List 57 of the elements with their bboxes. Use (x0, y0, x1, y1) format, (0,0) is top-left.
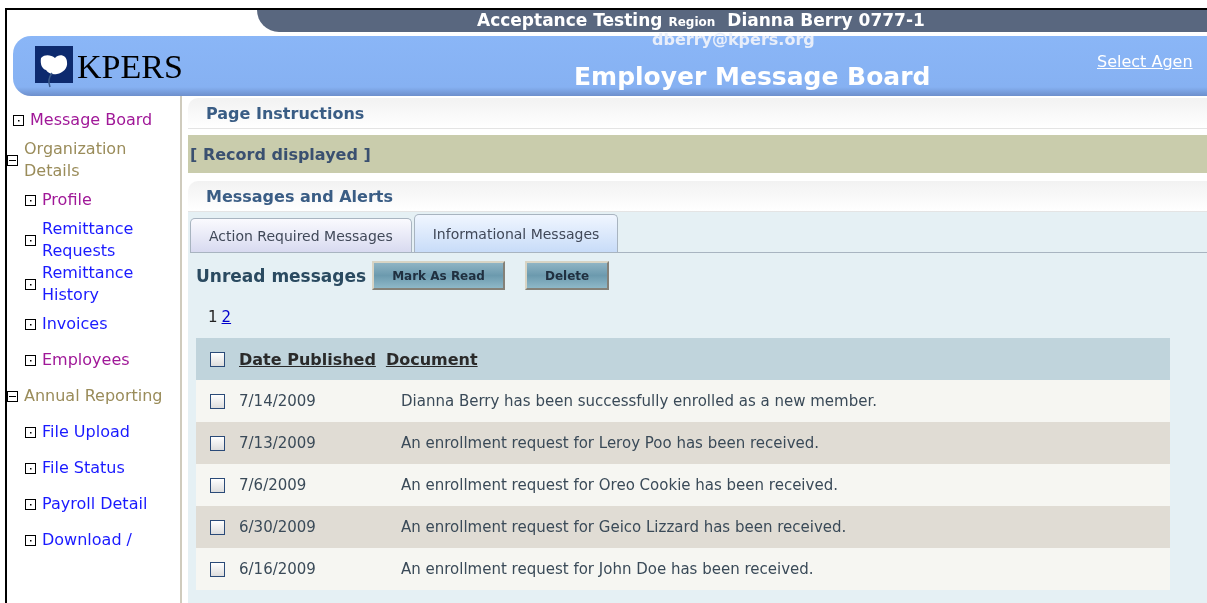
logo-text: KPERS (77, 48, 183, 86)
bullet-icon (25, 534, 36, 546)
table-cell: An enrollment request for John Doe has been received. (401, 560, 814, 578)
sidebar-link[interactable]: Payroll Detail (42, 493, 148, 515)
table-cell: An enrollment request for Geico Lizzard has been received. (401, 518, 847, 536)
leaf-logo-icon (35, 46, 73, 88)
tab[interactable]: Action Required Messages (190, 218, 412, 252)
checkbox[interactable] (210, 561, 225, 577)
table-cell: An enrollment request for Leroy Poo has been received. (401, 434, 820, 452)
checkbox[interactable] (210, 519, 225, 535)
sidebar-link[interactable]: Invoices (42, 313, 108, 335)
table-cell-text: 7/6/2009 (239, 476, 308, 494)
bullet-icon (25, 234, 36, 246)
bullet-icon (25, 278, 36, 290)
status-bar: [ Record displayed ] (188, 135, 1207, 173)
table-cell-text: 7/13/2009 (239, 434, 317, 452)
page-link[interactable]: 1 (208, 308, 218, 338)
table-cell: Dianna Berry has been successfully enrolled as a new member. (401, 392, 877, 410)
column-header[interactable]: Document (385, 349, 478, 369)
sidebar-link[interactable]: Profile (42, 189, 92, 211)
delete-button[interactable]: Delete (524, 261, 610, 290)
table-cell: An enrollment request for Oreo Cookie has been received. (401, 476, 838, 494)
sidebar-link[interactable]: Employees (42, 349, 130, 371)
section-header: Page Instructions (188, 98, 1207, 129)
bullet-icon (13, 114, 24, 126)
table-cell-text: 6/16/2009 (239, 560, 317, 578)
sidebar-link[interactable]: File Status (42, 457, 125, 479)
toolbar-label: Unread messages (196, 265, 367, 286)
tab[interactable]: Informational Messages (413, 214, 619, 252)
checkbox[interactable] (210, 477, 225, 493)
user-email: dberry@kpers.org (652, 30, 815, 49)
sidebar-link[interactable]: Remittance Requests (42, 218, 180, 262)
region-label: Region (668, 14, 716, 31)
sidebar-link[interactable]: Message Board (30, 109, 153, 131)
checkbox[interactable] (210, 351, 225, 367)
page-link[interactable]: 2 (221, 308, 232, 338)
bullet-icon (25, 354, 36, 366)
checkbox[interactable] (210, 393, 225, 409)
section-header: Messages and Alerts (188, 181, 1207, 212)
sidebar-link[interactable]: Remittance History (42, 262, 180, 306)
bullet-icon (25, 318, 36, 330)
table-cell-text: 6/30/2009 (239, 518, 317, 536)
user-name: Dianna Berry 0777-1 (727, 10, 925, 31)
bullet-icon (25, 426, 36, 438)
table-cell-text: 7/14/2009 (239, 392, 317, 410)
bullet-icon (25, 194, 36, 206)
column-header[interactable]: Date Published (239, 349, 376, 369)
bullet-icon (25, 498, 36, 510)
sidebar-link[interactable]: File Upload (42, 421, 130, 443)
sidebar-link[interactable]: Download / (42, 529, 132, 551)
environment-name: Acceptance Testing (477, 10, 663, 31)
collapse-icon[interactable] (7, 154, 18, 166)
bullet-icon (25, 462, 36, 474)
checkbox[interactable] (210, 435, 225, 451)
mark-as-read-button[interactable]: Mark As Read (372, 261, 505, 290)
collapse-icon[interactable] (7, 390, 18, 402)
page-title: Employer Message Board (574, 62, 931, 91)
